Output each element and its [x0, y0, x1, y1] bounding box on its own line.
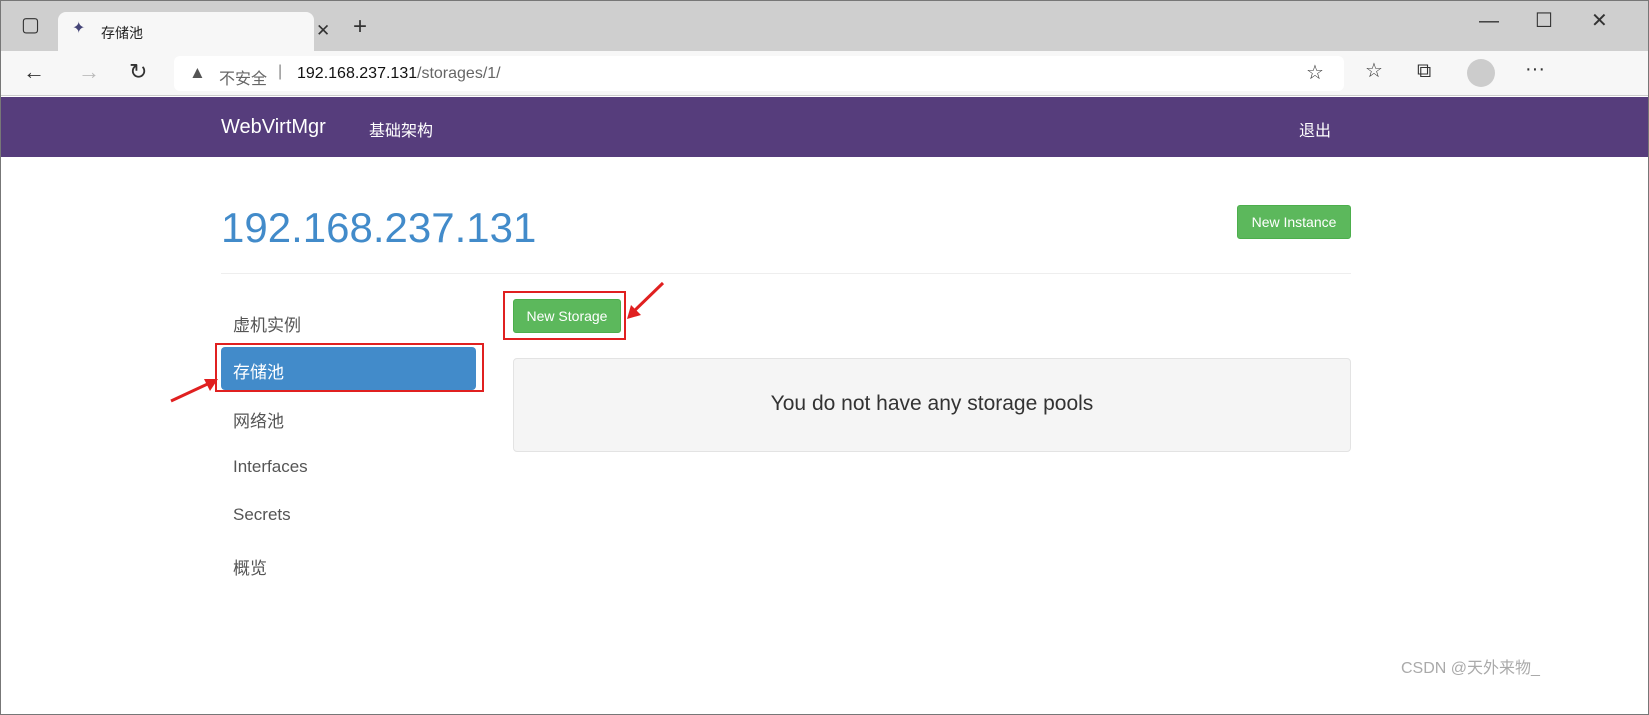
collections-icon[interactable]: ⧉	[1417, 61, 1431, 81]
more-icon[interactable]: ···	[1525, 59, 1545, 79]
nav-infrastructure[interactable]: 基础架构	[369, 117, 433, 141]
close-tab-icon[interactable]: ✕	[316, 22, 330, 39]
tab-bar: ▢ ✦ 存储池 ✕ + — ☐ ✕	[1, 1, 1648, 51]
address-bar[interactable]: ▲ 不安全 | 192.168.237.131 /storages/1/ ☆	[174, 56, 1344, 91]
tab-actions-icon[interactable]: ▢	[21, 15, 40, 35]
top-navbar: WebVirtMgr 基础架构 退出	[1, 97, 1648, 157]
highlight-box	[215, 343, 484, 392]
new-tab-icon[interactable]: +	[353, 15, 367, 39]
arrow-annotation	[170, 379, 218, 403]
browser-toolbar: ← → ↻ ▲ 不安全 | 192.168.237.131 /storages/…	[1, 51, 1648, 96]
empty-storage-message: You do not have any storage pools	[513, 358, 1351, 452]
refresh-icon[interactable]: ↻	[129, 61, 147, 83]
tab-title: 存储池	[101, 25, 143, 41]
page-title: 192.168.237.131	[221, 204, 537, 251]
watermark: CSDN @天外来物_	[1401, 660, 1540, 677]
browser-tab[interactable]: ✦ 存储池 ✕	[58, 12, 330, 51]
forward-icon[interactable]: →	[78, 61, 100, 83]
highlight-box	[503, 291, 626, 340]
sidebar-item-overview[interactable]: 概览	[233, 554, 267, 579]
favicon-icon: ✦	[72, 20, 86, 37]
favorites-icon[interactable]: ☆	[1365, 61, 1383, 81]
close-window-icon[interactable]: ✕	[1591, 11, 1608, 31]
brand-link[interactable]: WebVirtMgr	[221, 116, 326, 139]
minimize-icon[interactable]: —	[1479, 11, 1499, 31]
warning-icon: ▲	[189, 63, 206, 82]
add-favorite-icon[interactable]: ☆	[1306, 63, 1324, 83]
arrow-annotation	[627, 281, 665, 319]
url-host: 192.168.237.131	[297, 65, 418, 82]
url-path: /storages/1/	[417, 65, 501, 82]
profile-avatar[interactable]	[1467, 59, 1495, 87]
sidebar-item-interfaces[interactable]: Interfaces	[233, 457, 308, 477]
new-instance-button[interactable]: New Instance	[1237, 205, 1351, 239]
maximize-icon[interactable]: ☐	[1535, 11, 1553, 31]
sidebar-item-networks[interactable]: 网络池	[233, 407, 284, 432]
security-label: 不安全	[219, 71, 268, 88]
divider	[221, 273, 1351, 274]
nav-logout[interactable]: 退出	[1299, 117, 1331, 141]
sidebar-item-secrets[interactable]: Secrets	[233, 505, 291, 525]
sidebar-item-instances[interactable]: 虚机实例	[233, 311, 301, 336]
back-icon[interactable]: ←	[23, 61, 45, 83]
